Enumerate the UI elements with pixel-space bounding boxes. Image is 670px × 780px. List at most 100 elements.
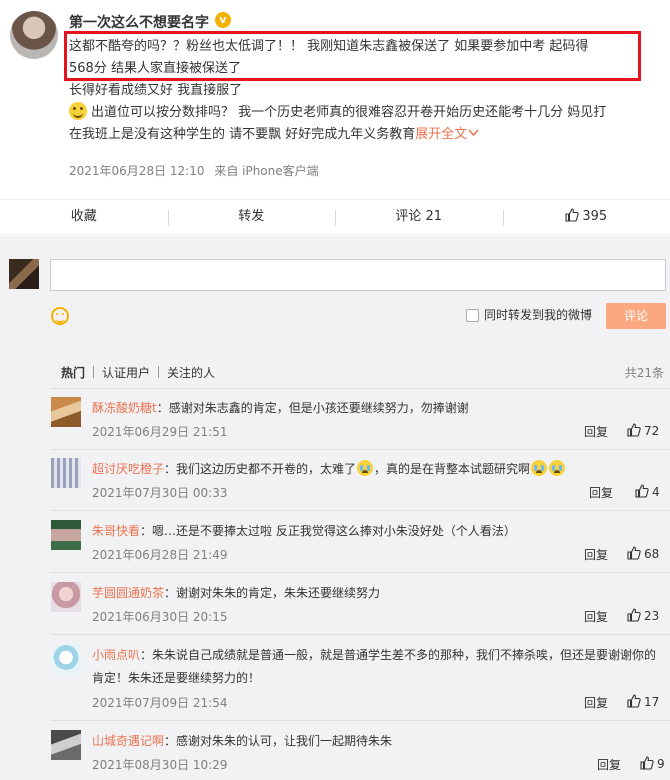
comment-date: 2021年06月30日 20:15 [92, 610, 228, 624]
post-line-text: 在我班上是没有这种学生的 请不要飘 好好完成九年义务教育 [69, 127, 416, 142]
post-timestamp[interactable]: 2021年06月28日 12:10 [69, 164, 204, 178]
reply-button[interactable]: 回复 [584, 423, 608, 440]
comment-body: 芋圆圆通奶茶：谢谢对朱朱的肯定，朱朱还要继续努力 [92, 582, 662, 605]
commenter-avatar[interactable] [51, 458, 81, 488]
comment-like-count: 23 [644, 609, 660, 623]
comment-body: 山城奇遇记啊：感谢对朱朱的认可，让我们一起期待朱朱 [92, 730, 662, 753]
commenter-name[interactable]: 朱哥快看 [92, 524, 140, 538]
crying-emoji-icon [531, 460, 548, 476]
post-line: 长得好看成绩又好 我直接服了 [69, 83, 243, 98]
crying-emoji-icon [549, 460, 566, 476]
post-source: 来自 iPhone客户端 [214, 164, 319, 178]
comment-input[interactable] [50, 259, 666, 291]
comment-like-button[interactable]: 17 [627, 694, 659, 709]
tab-verified[interactable]: 认证用户 [102, 364, 150, 381]
divider [51, 510, 670, 511]
submit-comment-button[interactable]: 评论 [606, 303, 666, 329]
expand-full-text-link[interactable]: 展开全文 [415, 127, 479, 142]
tab-hot[interactable]: 热门 [61, 364, 85, 381]
comment-text: 肯定！朱朱还是要继续努力的！ [92, 671, 261, 685]
comment-like-button[interactable]: 23 [627, 608, 659, 623]
commenter-name[interactable]: 小雨点叭 [92, 648, 140, 662]
comment-total: 共21条 [624, 366, 664, 380]
like-button[interactable]: 395 [502, 200, 670, 234]
comment-body: 朱哥快看：嗯…还是不要捧太过啦 反正我觉得这么捧对小朱没好处（个人看法） [92, 520, 662, 543]
comment-section: 同时转发到我的微博 评论 热门 认证用户 关注的人 共21条 酥冻酸奶糖t：感谢对朱… [0, 236, 670, 780]
commenter-name[interactable]: 酥冻酸奶糖t [92, 401, 157, 415]
comment-button[interactable]: 评论 21 [335, 200, 503, 234]
reply-button[interactable]: 回复 [584, 546, 608, 563]
tab-divider [93, 366, 95, 378]
post-line-text: 出道位可以按分数排吗？ 我一个历史老师真的很难容忍开卷开始历史还能考十几分 妈见… [91, 105, 607, 120]
commenter-avatar[interactable] [51, 397, 81, 427]
post-line: 在我班上是没有这种学生的 请不要飘 好好完成九年义务教育展开全文 [69, 124, 649, 146]
commenter-avatar[interactable] [51, 582, 81, 612]
commenter-avatar[interactable] [51, 644, 81, 674]
post-line: 出道位可以按分数排吗？ 我一个历史老师真的很难容忍开卷开始历史还能考十几分 妈见… [69, 102, 649, 124]
comment-text: ：感谢对朱朱的认可，让我们一起期待朱朱 [164, 734, 393, 748]
commenter-avatar[interactable] [51, 730, 81, 760]
comment-body: 小雨点叭：朱朱说自己成绩就是普通一般，就是普通学生差不多的那种，我们不捧杀唉，但… [92, 644, 662, 690]
chevron-down-icon [468, 129, 479, 137]
thumbs-up-icon [627, 694, 641, 708]
repost-button[interactable]: 转发 [167, 200, 336, 234]
comment-body: 酥冻酸奶糖t：感谢对朱志鑫的肯定，但是小孩还要继续努力，勿捧谢谢 [92, 397, 662, 420]
comment-like-count: 9 [657, 757, 665, 771]
comment-label: 评论 21 [395, 209, 443, 224]
comment-like-button[interactable]: 68 [627, 546, 659, 561]
thumbs-up-icon [627, 608, 641, 622]
commenter-name[interactable]: 超讨厌吃橙子 [92, 462, 164, 476]
comment-like-button[interactable]: 9 [640, 756, 665, 771]
repost-checkbox-label[interactable]: 同时转发到我的微博 [484, 306, 592, 323]
comment-text: ：谢谢对朱朱的肯定，朱朱还要继续努力 [164, 586, 381, 600]
comment-like-count: 4 [652, 485, 660, 499]
comment-date: 2021年07月09日 21:54 [92, 696, 228, 710]
thumbs-up-icon [640, 756, 654, 770]
author-avatar[interactable] [10, 11, 58, 59]
comment-text: ：我们这边历史都不开卷的，太难了 [164, 462, 357, 476]
reply-button[interactable]: 回复 [584, 694, 608, 711]
author-name[interactable]: 第一次这么不想要名字 [69, 12, 209, 32]
comment-like-button[interactable]: 72 [627, 423, 659, 438]
verified-badge-icon: v [215, 12, 231, 28]
my-avatar [9, 259, 39, 289]
comment-text: ：嗯…还是不要捧太过啦 反正我觉得这么捧对小朱没好处（个人看法） [140, 524, 516, 538]
thumbs-up-icon [565, 208, 579, 222]
favorite-label: 收藏 [70, 209, 97, 224]
post-meta: 2021年06月28日 12:10 来自 iPhone客户端 [69, 162, 319, 179]
tab-divider [158, 366, 160, 378]
comment-text: ：朱朱说自己成绩就是普通一般，就是普通学生差不多的那种，我们不捧杀唉，但还是要谢… [140, 648, 657, 662]
thumbs-up-icon [635, 484, 649, 498]
reply-button[interactable]: 回复 [584, 608, 608, 625]
divider [51, 449, 670, 450]
comment-like-button[interactable]: 4 [635, 484, 660, 499]
crying-emoji-icon [357, 460, 374, 476]
highlight-annotation-box [64, 31, 641, 81]
reply-button[interactable]: 回复 [589, 484, 613, 501]
smile-emoji-icon [69, 102, 87, 120]
thumbs-up-icon [627, 546, 641, 560]
post-action-bar: 收藏 转发 评论 21 395 [0, 199, 670, 235]
divider [51, 634, 670, 635]
reply-button[interactable]: 回复 [597, 756, 621, 773]
tab-following[interactable]: 关注的人 [167, 364, 215, 381]
favorite-button[interactable]: 收藏 [0, 200, 168, 234]
comment-like-count: 72 [644, 424, 660, 438]
emoji-picker-icon[interactable] [51, 307, 69, 325]
weibo-post: 第一次这么不想要名字 v 这都不酷夸的吗？？粉丝也太低调了！！ 我刚知道朱志鑫被… [0, 0, 670, 198]
commenter-avatar[interactable] [51, 520, 81, 550]
commenter-name[interactable]: 山城奇遇记啊 [92, 734, 164, 748]
comment-date: 2021年08月30日 10:29 [92, 758, 228, 772]
expand-label: 展开全文 [415, 127, 468, 142]
repost-checkbox[interactable] [466, 309, 479, 322]
comment-body: 超讨厌吃橙子：我们这边历史都不开卷的，太难了 ，真的是在背整本试题研究啊 [92, 458, 662, 481]
comment-text: ：感谢对朱志鑫的肯定，但是小孩还要继续努力，勿捧谢谢 [156, 401, 469, 415]
like-count: 395 [582, 209, 608, 224]
comment-date: 2021年06月29日 21:51 [92, 425, 228, 439]
commenter-name[interactable]: 芋圆圆通奶茶 [92, 586, 164, 600]
thumbs-up-icon [627, 423, 641, 437]
comment-date: 2021年06月28日 21:49 [92, 548, 228, 562]
comment-like-count: 68 [644, 547, 660, 561]
comment-date: 2021年07月30日 00:33 [92, 486, 228, 500]
divider [51, 388, 670, 389]
